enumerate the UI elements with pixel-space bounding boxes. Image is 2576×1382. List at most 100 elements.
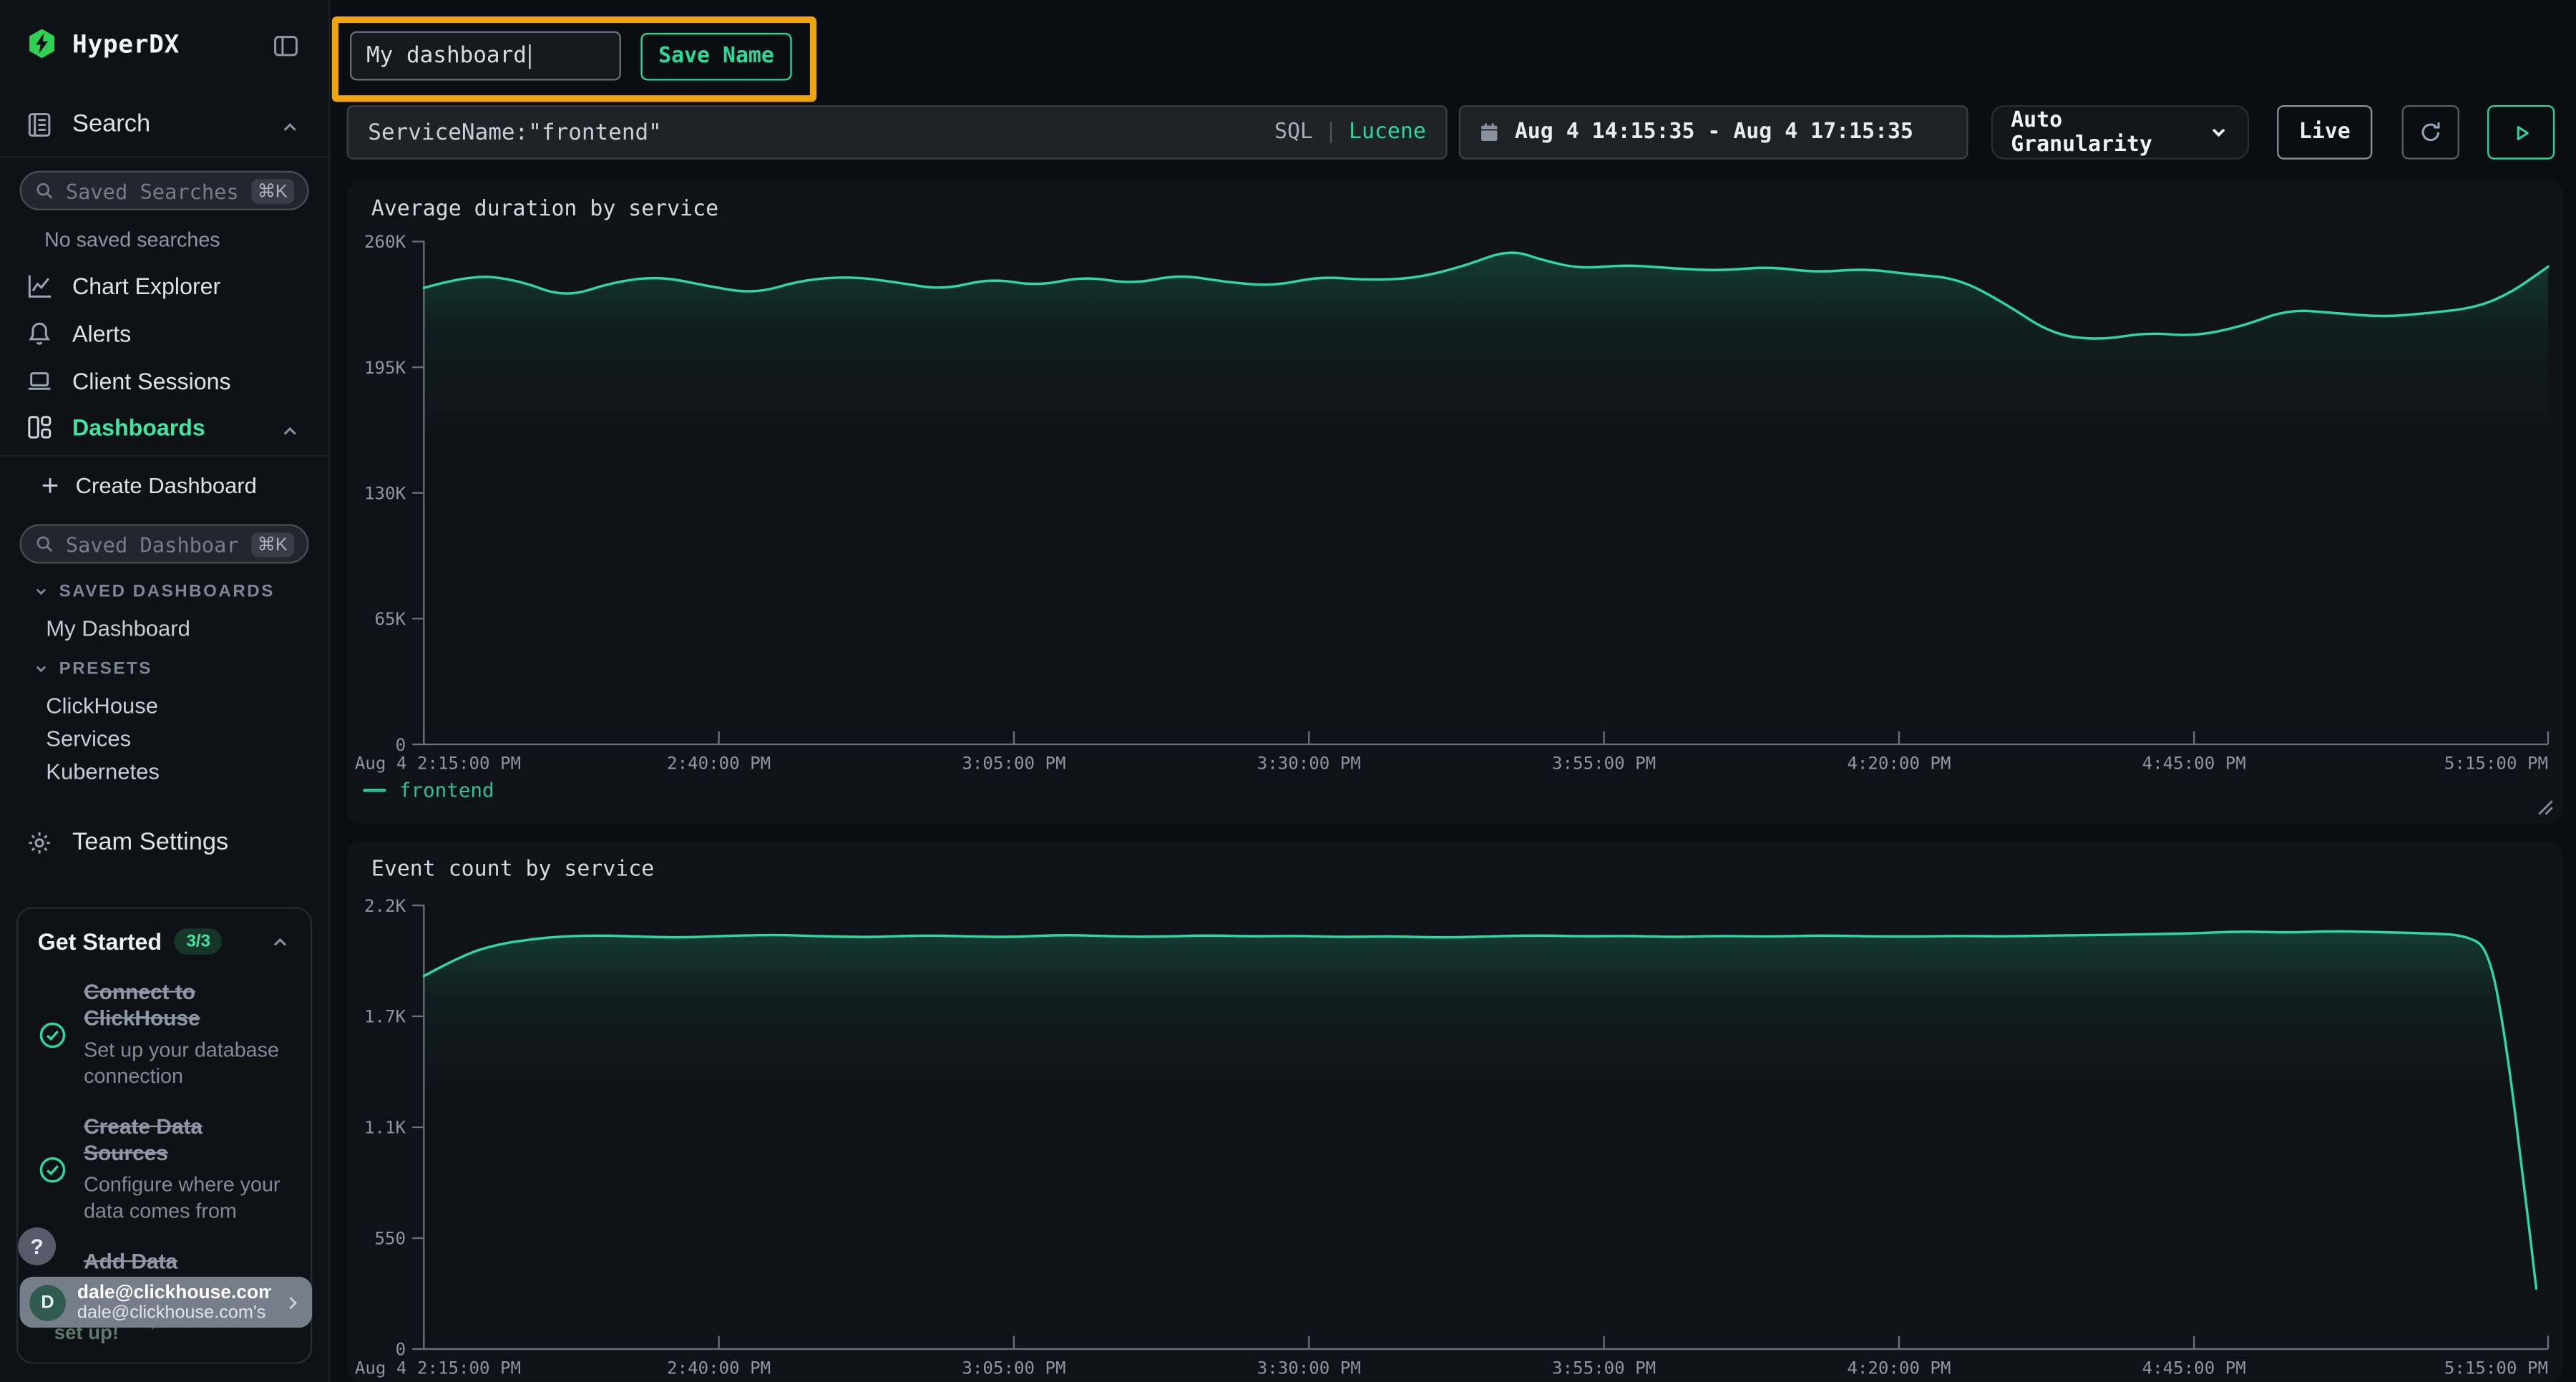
svg-text:0: 0 xyxy=(396,735,406,755)
svg-text:2.2K: 2.2K xyxy=(364,896,406,916)
sidebar-item-clickhouse[interactable]: ClickHouse xyxy=(46,694,158,718)
sidebar-item-my-dashboard[interactable]: My Dashboard xyxy=(46,616,190,641)
check-circle-icon xyxy=(38,1020,67,1049)
app-title: HyperDX xyxy=(72,29,180,58)
search-icon xyxy=(34,181,54,201)
sidebar-item-dashboards[interactable]: Dashboards xyxy=(26,414,205,441)
user-email: dale@clickhouse.com xyxy=(77,1283,271,1303)
svg-text:3:05:00 PM: 3:05:00 PM xyxy=(962,1358,1065,1378)
search-icon xyxy=(34,534,54,554)
divider xyxy=(0,455,328,457)
svg-text:4:20:00 PM: 4:20:00 PM xyxy=(1847,1358,1951,1378)
svg-text:Aug 4 2:15:00 PM: Aug 4 2:15:00 PM xyxy=(355,1358,521,1378)
svg-text:195K: 195K xyxy=(364,358,406,378)
text-cursor xyxy=(528,44,530,68)
svg-text:260K: 260K xyxy=(364,232,406,252)
plus-icon xyxy=(39,475,61,497)
sidebar-item-chart-explorer[interactable]: Chart Explorer xyxy=(26,273,221,299)
chevron-up-icon[interactable] xyxy=(279,117,301,138)
play-icon xyxy=(2509,121,2532,144)
gear-icon xyxy=(26,829,53,855)
avg-duration-chart[interactable]: 0 65K 130K 195K 260K Aug 4 2:15:00 PM 2:40:00 … xyxy=(346,181,2562,824)
event-count-chart[interactable]: 0 550 1.1K 1.7K 2.2K Aug 4 2:15:00 PM 2:40:00 … xyxy=(346,842,2562,1382)
search-query-input[interactable]: ServiceName:"frontend" SQL | Lucene xyxy=(346,105,1447,160)
hyperdx-logo-icon xyxy=(26,26,58,61)
chevron-up-icon[interactable] xyxy=(270,931,291,953)
line-chart-icon xyxy=(26,273,53,299)
svg-text:3:05:00 PM: 3:05:00 PM xyxy=(962,753,1065,773)
chevron-up-icon[interactable] xyxy=(279,421,301,442)
help-button[interactable]: ? xyxy=(18,1227,56,1265)
shortcut-badge: ⌘K xyxy=(250,178,293,203)
sidebar-item-search[interactable]: Search xyxy=(26,110,150,138)
svg-text:2:40:00 PM: 2:40:00 PM xyxy=(667,753,771,773)
svg-text:1.1K: 1.1K xyxy=(364,1118,406,1138)
get-started-step[interactable]: Connect to ClickHouse Set up your databa… xyxy=(38,979,291,1089)
chevron-down-icon xyxy=(2208,122,2230,143)
chevron-down-icon xyxy=(33,661,49,677)
sidebar-item-kubernetes[interactable]: Kubernetes xyxy=(46,759,160,784)
svg-text:4:45:00 PM: 4:45:00 PM xyxy=(2142,1358,2246,1378)
sidebar: HyperDX Search Saved Searches xyxy=(0,0,330,1382)
live-button[interactable]: Live xyxy=(2277,105,2372,160)
sql-toggle[interactable]: SQL xyxy=(1274,120,1313,145)
user-menu[interactable]: D dale@clickhouse.com dale@clickhouse.co… xyxy=(20,1277,313,1328)
run-query-button[interactable] xyxy=(2487,105,2555,160)
chevron-down-icon xyxy=(33,583,49,600)
svg-text:4:45:00 PM: 4:45:00 PM xyxy=(2142,753,2246,773)
resize-handle-icon[interactable] xyxy=(2538,800,2553,815)
svg-text:130K: 130K xyxy=(364,484,406,504)
get-started-step[interactable]: Create Data Sources Configure where your… xyxy=(38,1114,291,1225)
chevron-right-icon xyxy=(283,1293,303,1313)
lucene-toggle[interactable]: Lucene xyxy=(1349,120,1426,145)
app-logo[interactable]: HyperDX xyxy=(26,26,180,61)
get-started-title: Get Started xyxy=(38,928,162,955)
dashboard-name-input[interactable]: My dashboard xyxy=(350,31,621,81)
svg-text:0: 0 xyxy=(396,1340,406,1360)
create-dashboard-button[interactable]: Create Dashboard xyxy=(39,473,257,497)
language-separator: | xyxy=(1324,120,1337,145)
sidebar-collapse-icon[interactable] xyxy=(273,33,299,59)
bell-icon xyxy=(26,321,53,347)
section-saved-dashboards[interactable]: SAVED DASHBOARDS xyxy=(33,582,275,602)
svg-text:550: 550 xyxy=(375,1229,406,1249)
journal-icon xyxy=(26,111,53,137)
svg-text:3:55:00 PM: 3:55:00 PM xyxy=(1552,1358,1656,1378)
sidebar-item-services[interactable]: Services xyxy=(46,726,131,751)
svg-text:5:15:00 PM: 5:15:00 PM xyxy=(2444,753,2548,773)
shortcut-badge: ⌘K xyxy=(250,532,293,556)
dashboards-grid-icon xyxy=(26,414,53,441)
svg-text:65K: 65K xyxy=(375,609,406,629)
svg-text:3:55:00 PM: 3:55:00 PM xyxy=(1552,753,1656,773)
legend-line-swatch xyxy=(363,789,386,792)
check-circle-icon xyxy=(38,1154,67,1184)
sidebar-item-team-settings[interactable]: Team Settings xyxy=(26,828,229,856)
progress-badge: 3/3 xyxy=(175,928,222,955)
sidebar-item-client-sessions[interactable]: Client Sessions xyxy=(26,368,231,394)
chart-title: Average duration by service xyxy=(371,198,718,222)
saved-searches-input[interactable]: Saved Searches ⌘K xyxy=(20,171,309,210)
svg-text:3:30:00 PM: 3:30:00 PM xyxy=(1257,753,1361,773)
svg-text:3:30:00 PM: 3:30:00 PM xyxy=(1257,1358,1361,1378)
svg-text:2:40:00 PM: 2:40:00 PM xyxy=(667,1358,771,1378)
section-presets[interactable]: PRESETS xyxy=(33,659,152,679)
granularity-select[interactable]: Auto Granularity xyxy=(1991,105,2249,160)
chart-title: Event count by service xyxy=(371,857,654,882)
legend-item-frontend[interactable]: frontend xyxy=(363,779,494,802)
saved-dashboards-input[interactable]: Saved Dashboards ⌘K xyxy=(20,524,309,563)
laptop-icon xyxy=(26,368,53,394)
svg-text:1.7K: 1.7K xyxy=(364,1007,406,1027)
chart-panel-avg-duration: Average duration by service 0 65K 130K 195K… xyxy=(346,181,2562,824)
svg-text:4:20:00 PM: 4:20:00 PM xyxy=(1847,753,1951,773)
refresh-button[interactable] xyxy=(2402,105,2459,160)
sidebar-item-alerts[interactable]: Alerts xyxy=(26,321,131,347)
save-name-button[interactable]: Save Name xyxy=(640,33,791,81)
user-subtitle: dale@clickhouse.com's xyxy=(77,1303,271,1323)
calendar-icon xyxy=(1478,122,1500,143)
main-content: My dashboard Save Name ServiceName:"fron… xyxy=(330,0,2576,1382)
avatar: D xyxy=(29,1284,66,1320)
svg-text:Aug 4 2:15:00 PM: Aug 4 2:15:00 PM xyxy=(355,753,521,773)
divider xyxy=(0,156,328,157)
date-range-picker[interactable]: Aug 4 14:15:35 - Aug 4 17:15:35 xyxy=(1459,105,1968,160)
refresh-icon xyxy=(2419,120,2443,145)
